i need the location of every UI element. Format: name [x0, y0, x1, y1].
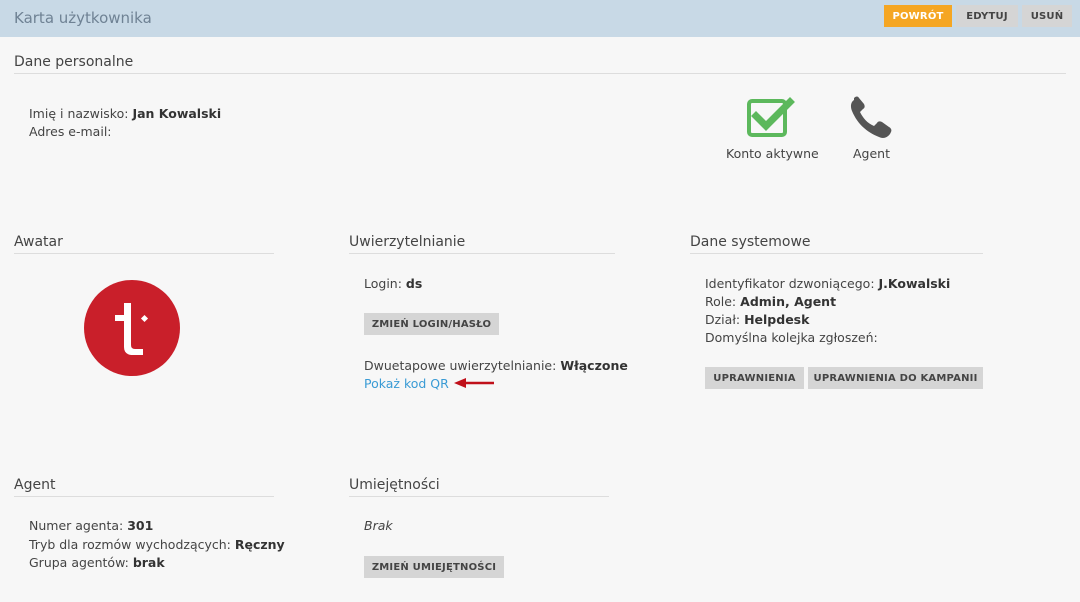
skills-empty-text: Brak [364, 518, 393, 533]
outbound-mode-value: Ręczny [234, 537, 285, 552]
agent-group-value: brak [132, 555, 165, 570]
dept-value: Helpdesk [744, 312, 810, 327]
check-icon [747, 97, 795, 137]
section-title-personal: Dane personalne [14, 54, 1066, 74]
login-label: Login: [364, 276, 402, 291]
permissions-button[interactable]: UPRAWNIENIA [705, 367, 804, 389]
name-value: Jan Kowalski [132, 106, 222, 121]
caller-id-value: J.Kowalski [878, 276, 951, 291]
agent-number-label: Numer agenta: [29, 518, 124, 533]
queue-label: Domyślna kolejka zgłoszeń: [705, 330, 878, 345]
queue-row: Domyślna kolejka zgłoszeń: [705, 330, 878, 345]
outbound-mode-row: Tryb dla rozmów wychodzących: Ręczny [29, 537, 285, 552]
twofa-value: Włączone [560, 358, 628, 373]
email-label: Adres e-mail: [29, 124, 112, 139]
campaign-permissions-button[interactable]: UPRAWNIENIA DO KAMPANII [808, 367, 983, 389]
twofa-label: Dwuetapowe uwierzytelnianie: [364, 358, 557, 373]
page-title: Karta użytkownika [14, 9, 152, 27]
avatar [84, 280, 180, 376]
dept-label: Dział: [705, 312, 741, 327]
roles-value: Admin, Agent [740, 294, 837, 309]
agent-group-row: Grupa agentów: brak [29, 555, 165, 570]
twofa-row: Dwuetapowe uwierzytelnianie: Włączone [364, 358, 628, 373]
agent-group-label: Grupa agentów: [29, 555, 129, 570]
back-button[interactable]: POWRÓT [884, 5, 952, 27]
roles-row: Role: Admin, Agent [705, 294, 836, 309]
section-title-skills: Umiejętności [349, 477, 609, 497]
header-bar: Karta użytkownika POWRÓT EDYTUJ USUŃ [0, 0, 1080, 37]
section-title-auth: Uwierzytelnianie [349, 234, 615, 254]
name-row: Imię i nazwisko: Jan Kowalski [29, 106, 221, 121]
caller-id-row: Identyfikator dzwoniącego: J.Kowalski [705, 276, 950, 291]
show-qr-link[interactable]: Pokaż kod QR [364, 376, 449, 391]
dept-row: Dział: Helpdesk [705, 312, 809, 327]
caller-id-label: Identyfikator dzwoniącego: [705, 276, 875, 291]
phone-icon [850, 96, 892, 138]
section-title-system: Dane systemowe [690, 234, 983, 254]
change-skills-button[interactable]: ZMIEŃ UMIEJĘTNOŚCI [364, 556, 504, 578]
delete-button[interactable]: USUŃ [1022, 5, 1072, 27]
login-row: Login: ds [364, 276, 422, 291]
change-login-button[interactable]: ZMIEŃ LOGIN/HASŁO [364, 313, 499, 335]
outbound-mode-label: Tryb dla rozmów wychodzących: [29, 537, 231, 552]
section-title-avatar: Awatar [14, 234, 274, 254]
email-row: Adres e-mail: [29, 124, 112, 139]
status-agent-label: Agent [853, 146, 890, 161]
edit-button[interactable]: EDYTUJ [956, 5, 1018, 27]
arrow-left-icon [454, 378, 494, 388]
section-title-agent: Agent [14, 477, 274, 497]
name-label: Imię i nazwisko: [29, 106, 129, 121]
agent-number-value: 301 [127, 518, 154, 533]
status-active-label: Konto aktywne [726, 146, 819, 161]
login-value: ds [405, 276, 423, 291]
agent-number-row: Numer agenta: 301 [29, 518, 153, 533]
roles-label: Role: [705, 294, 737, 309]
